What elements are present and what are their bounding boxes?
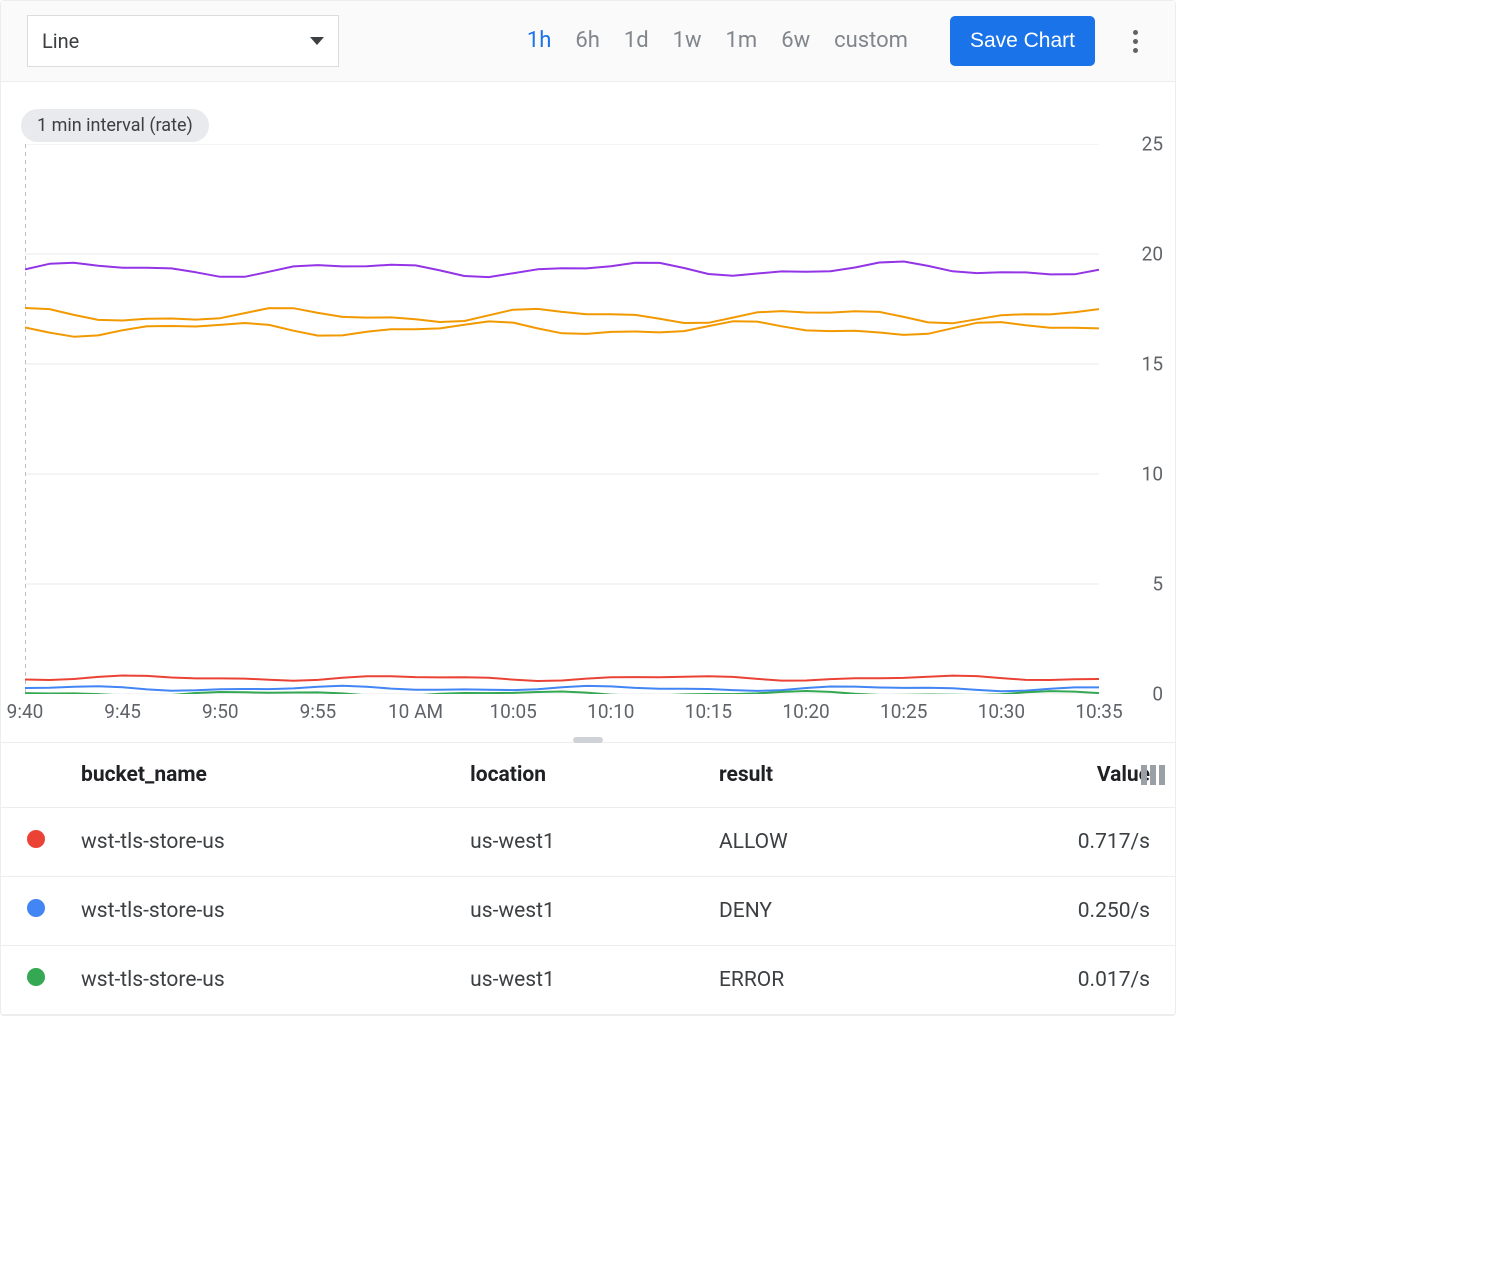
cell-value: 0.717/s <box>920 808 1175 877</box>
y-tick-label: 15 <box>1142 353 1163 376</box>
range-tab-1d[interactable]: 1d <box>612 30 661 52</box>
cell-location: us-west1 <box>460 946 709 1015</box>
more-menu-button[interactable] <box>1115 21 1155 61</box>
col-value[interactable]: Value <box>920 743 1175 808</box>
col-result[interactable]: result <box>709 743 920 808</box>
y-tick-label: 20 <box>1142 243 1163 266</box>
series-swatch <box>27 830 45 848</box>
chart-toolbar: Line 1h6h1d1w1m6wcustom Save Chart <box>1 0 1175 82</box>
legend-table-wrap: bucket_name location result Value wst-tl… <box>1 742 1175 1015</box>
range-tab-6h[interactable]: 6h <box>563 30 611 52</box>
series-line <box>25 262 1099 278</box>
cell-location: us-west1 <box>460 877 709 946</box>
dropdown-arrow-icon <box>310 37 324 45</box>
cell-result: ALLOW <box>709 808 920 877</box>
save-chart-button[interactable]: Save Chart <box>950 16 1095 66</box>
cell-result: ERROR <box>709 946 920 1015</box>
interval-chip[interactable]: 1 min interval (rate) <box>21 109 209 142</box>
chart-plot[interactable] <box>25 144 1099 694</box>
col-location[interactable]: location <box>460 743 709 808</box>
cell-location: us-west1 <box>460 808 709 877</box>
y-tick-label: 5 <box>1152 573 1163 596</box>
chart-type-select[interactable]: Line <box>27 15 339 67</box>
table-row[interactable]: wst-tls-store-usus-west1ERROR0.017/s <box>1 946 1175 1015</box>
range-tab-1m[interactable]: 1m <box>714 30 770 52</box>
table-row[interactable]: wst-tls-store-usus-west1DENY0.250/s <box>1 877 1175 946</box>
range-tab-1w[interactable]: 1w <box>661 30 714 52</box>
x-tick-label: 10:05 <box>490 700 537 723</box>
x-tick-label: 9:40 <box>7 700 44 723</box>
cell-bucket-name: wst-tls-store-us <box>71 877 460 946</box>
x-tick-label: 9:45 <box>104 700 141 723</box>
y-tick-label: 0 <box>1152 683 1163 706</box>
x-tick-label: 10 AM <box>388 700 443 723</box>
series-swatch <box>27 968 45 986</box>
chart-area: 1 min interval (rate) 0 5 10 15 20 25 9:40 9:4… <box>1 82 1175 742</box>
x-tick-label: 10:35 <box>1075 700 1122 723</box>
series-line <box>25 676 1099 682</box>
series-line <box>25 308 1099 323</box>
cell-value: 0.250/s <box>920 877 1175 946</box>
metrics-panel: Line 1h6h1d1w1m6wcustom Save Chart 1 min… <box>0 0 1176 1016</box>
chart-type-value: Line <box>42 29 79 53</box>
x-tick-label: 9:55 <box>300 700 337 723</box>
cell-result: DENY <box>709 877 920 946</box>
x-tick-label: 10:20 <box>782 700 829 723</box>
series-swatch <box>27 899 45 917</box>
y-axis-labels: 0510152025 <box>1107 144 1163 694</box>
column-picker-button[interactable] <box>1141 765 1165 785</box>
x-tick-label: 10:25 <box>880 700 927 723</box>
x-tick-label: 9:50 <box>202 700 239 723</box>
range-tab-6w[interactable]: 6w <box>769 30 822 52</box>
x-tick-label: 10:10 <box>587 700 634 723</box>
x-tick-label: 10:15 <box>685 700 732 723</box>
range-tab-1h[interactable]: 1h <box>515 30 563 52</box>
legend-resize-handle[interactable] <box>573 737 603 743</box>
x-tick-label: 10:30 <box>978 700 1025 723</box>
table-row[interactable]: wst-tls-store-usus-west1ALLOW0.717/s <box>1 808 1175 877</box>
range-tab-custom[interactable]: custom <box>822 30 920 52</box>
y-tick-label: 10 <box>1142 463 1163 486</box>
series-line <box>25 686 1099 691</box>
col-bucket-name[interactable]: bucket_name <box>71 743 460 808</box>
x-axis-labels: 9:409:459:509:5510 AM10:0510:1010:1510:2… <box>25 700 1099 730</box>
cell-bucket-name: wst-tls-store-us <box>71 808 460 877</box>
y-tick-label: 25 <box>1142 133 1163 156</box>
time-range-tabs: 1h6h1d1w1m6wcustom <box>515 30 920 52</box>
cell-value: 0.017/s <box>920 946 1175 1015</box>
cell-bucket-name: wst-tls-store-us <box>71 946 460 1015</box>
legend-table: bucket_name location result Value wst-tl… <box>1 743 1175 1015</box>
